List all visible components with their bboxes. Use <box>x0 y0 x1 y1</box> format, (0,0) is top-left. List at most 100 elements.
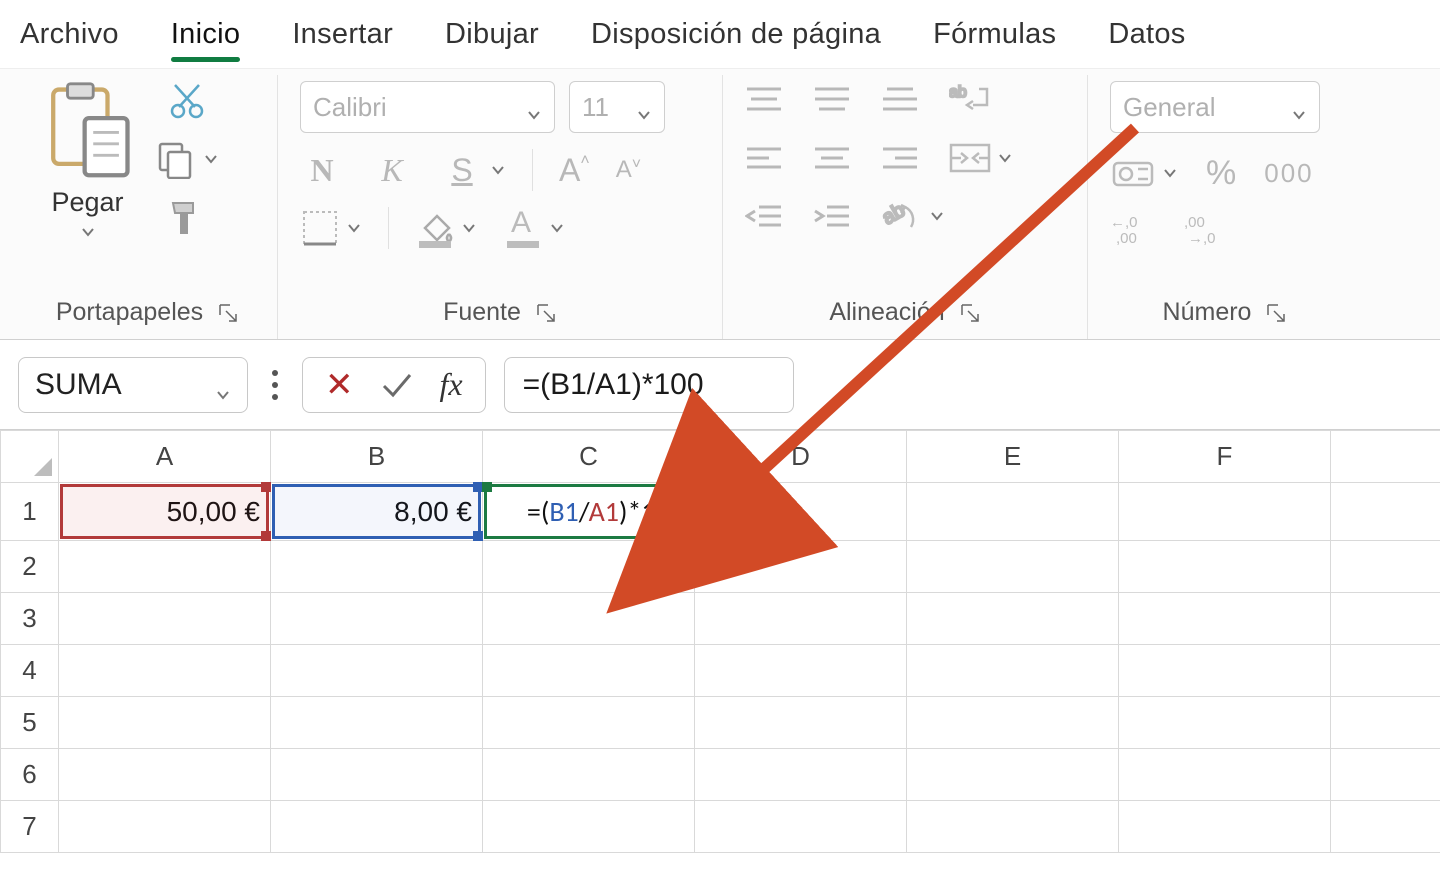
dialog-launcher-icon[interactable] <box>535 302 557 324</box>
cell[interactable] <box>483 749 695 801</box>
cell[interactable] <box>59 801 271 853</box>
cell-C1[interactable]: =(B1/A1)*100 <box>483 483 695 541</box>
select-all-corner[interactable] <box>1 431 59 483</box>
cell[interactable] <box>483 593 695 645</box>
cell[interactable] <box>695 541 907 593</box>
row-header-7[interactable]: 7 <box>1 801 59 853</box>
tab-formulas[interactable]: Fórmulas <box>931 8 1058 73</box>
cut-icon[interactable] <box>167 81 207 121</box>
cell[interactable] <box>1119 801 1331 853</box>
comma-style-button[interactable]: 000 <box>1264 158 1313 189</box>
cell-D1[interactable] <box>695 483 907 541</box>
cell[interactable] <box>695 645 907 697</box>
col-header-D[interactable]: D <box>695 431 907 483</box>
dialog-launcher-icon[interactable] <box>959 302 981 324</box>
cell[interactable] <box>695 749 907 801</box>
name-box[interactable]: SUMA <box>18 357 248 413</box>
align-right-icon[interactable] <box>881 143 919 173</box>
tab-home[interactable]: Inicio <box>169 8 243 84</box>
cell[interactable] <box>1331 749 1440 801</box>
dialog-launcher-icon[interactable] <box>1265 302 1287 324</box>
cell-B1[interactable]: 8,00 € <box>271 483 483 541</box>
cell[interactable] <box>271 801 483 853</box>
cell[interactable] <box>59 697 271 749</box>
cell[interactable] <box>59 749 271 801</box>
cell[interactable] <box>1331 697 1440 749</box>
increase-indent-icon[interactable] <box>813 201 851 231</box>
cell[interactable] <box>1119 593 1331 645</box>
fx-icon[interactable]: fx <box>440 366 463 403</box>
tab-insert[interactable]: Insertar <box>290 8 395 73</box>
cell[interactable] <box>907 593 1119 645</box>
tab-page-layout[interactable]: Disposición de página <box>589 8 883 73</box>
orientation-button[interactable]: ab <box>881 197 945 235</box>
cell-E1[interactable] <box>907 483 1119 541</box>
cell[interactable] <box>271 645 483 697</box>
align-left-icon[interactable] <box>745 143 783 173</box>
row-header-4[interactable]: 4 <box>1 645 59 697</box>
cell[interactable] <box>483 541 695 593</box>
cell[interactable] <box>1119 749 1331 801</box>
cell[interactable] <box>59 645 271 697</box>
fill-color-button[interactable] <box>415 208 477 248</box>
merge-cells-button[interactable] <box>949 139 1013 177</box>
align-center-icon[interactable] <box>813 143 851 173</box>
cell-G1[interactable] <box>1331 483 1440 541</box>
row-header-6[interactable]: 6 <box>1 749 59 801</box>
cell[interactable] <box>59 541 271 593</box>
number-format-dropdown[interactable]: General <box>1110 81 1320 133</box>
accounting-format-button[interactable] <box>1110 153 1178 193</box>
format-painter-icon[interactable] <box>167 197 207 237</box>
font-color-button[interactable]: A <box>503 208 565 248</box>
copy-button[interactable] <box>155 139 219 179</box>
percent-button[interactable]: % <box>1206 154 1236 193</box>
chevron-down-icon[interactable] <box>215 377 231 393</box>
increase-decimal-button[interactable]: ←,0,00 <box>1110 213 1156 249</box>
cell[interactable] <box>695 801 907 853</box>
col-header-B[interactable]: B <box>271 431 483 483</box>
cell[interactable] <box>907 645 1119 697</box>
cell[interactable] <box>1331 801 1440 853</box>
cell[interactable] <box>271 541 483 593</box>
font-size-dropdown[interactable]: 11 <box>569 81 665 133</box>
cell-F1[interactable] <box>1119 483 1331 541</box>
cell[interactable] <box>907 749 1119 801</box>
cell[interactable] <box>907 697 1119 749</box>
cell[interactable] <box>907 541 1119 593</box>
cell[interactable] <box>271 697 483 749</box>
cell[interactable] <box>695 593 907 645</box>
row-header-3[interactable]: 3 <box>1 593 59 645</box>
cell[interactable] <box>1331 593 1440 645</box>
cell[interactable] <box>483 645 695 697</box>
increase-font-button[interactable]: A˄ <box>559 152 590 189</box>
decrease-indent-icon[interactable] <box>745 201 783 231</box>
align-middle-icon[interactable] <box>813 85 851 115</box>
cell[interactable] <box>1119 645 1331 697</box>
chevron-down-icon[interactable] <box>203 151 219 167</box>
align-bottom-icon[interactable] <box>881 85 919 115</box>
bold-button[interactable]: N <box>300 152 344 189</box>
row-header-5[interactable]: 5 <box>1 697 59 749</box>
cell[interactable] <box>1331 645 1440 697</box>
col-header-F[interactable]: F <box>1119 431 1331 483</box>
cancel-formula-button[interactable]: ✕ <box>325 365 354 405</box>
tab-file[interactable]: Archivo <box>18 8 121 73</box>
decrease-decimal-button[interactable]: ,00→,0 <box>1184 213 1230 249</box>
paste-button[interactable]: Pegar <box>40 81 135 240</box>
col-header-extra[interactable] <box>1331 431 1440 483</box>
tab-data[interactable]: Datos <box>1106 8 1187 73</box>
cell[interactable] <box>1119 541 1331 593</box>
chevron-down-icon[interactable] <box>80 224 96 240</box>
formula-input[interactable]: =(B1/A1)*100 <box>504 357 794 413</box>
cell[interactable] <box>271 593 483 645</box>
cell[interactable] <box>907 801 1119 853</box>
font-name-dropdown[interactable]: Calibri <box>300 81 555 133</box>
cell[interactable] <box>483 801 695 853</box>
cell[interactable] <box>59 593 271 645</box>
dialog-launcher-icon[interactable] <box>217 302 239 324</box>
decrease-font-button[interactable]: A˅ <box>616 156 641 184</box>
accept-formula-button[interactable] <box>380 368 414 402</box>
resize-handle-icon[interactable] <box>266 370 284 400</box>
row-header-2[interactable]: 2 <box>1 541 59 593</box>
italic-button[interactable]: K <box>370 152 414 189</box>
